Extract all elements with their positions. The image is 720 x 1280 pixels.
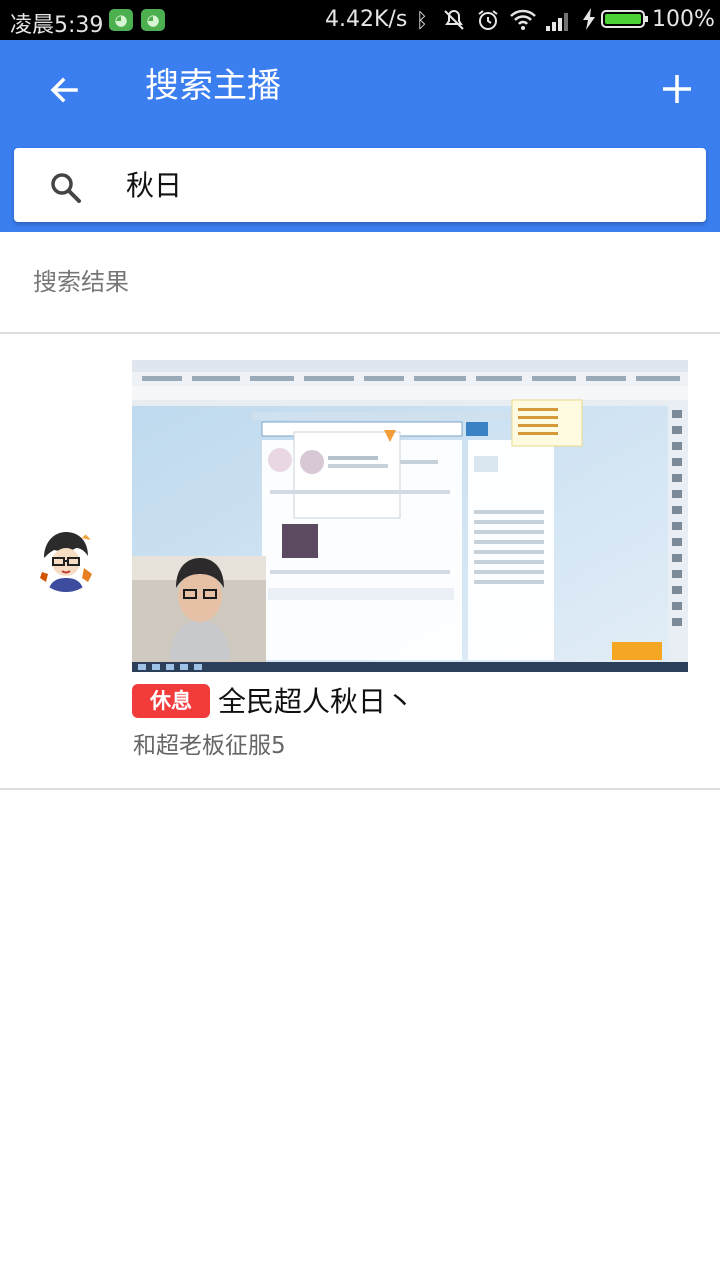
add-button[interactable]	[648, 60, 706, 118]
signal-icon	[546, 11, 572, 31]
status-bar: 凌晨5:39 ◕ ◕ 4.42K/s ᛒ 100%	[0, 0, 720, 40]
battery-icon	[601, 10, 648, 28]
plus-icon	[663, 75, 691, 103]
avatar	[34, 528, 98, 592]
battery-percent: 100%	[652, 7, 715, 32]
back-button[interactable]	[36, 62, 92, 118]
bluetooth-icon: ᛒ	[416, 8, 428, 32]
app-notification-icon: ◕	[109, 9, 133, 31]
divider	[0, 332, 720, 334]
room-title: 和超老板征服5	[133, 733, 286, 759]
app-notification-icon: ◕	[141, 9, 165, 31]
search-input[interactable]	[124, 158, 688, 210]
search-bar	[14, 148, 706, 222]
arrow-left-icon	[50, 77, 78, 103]
alarm-icon	[476, 8, 500, 37]
page-title: 搜索主播	[145, 66, 281, 106]
stream-thumbnail[interactable]	[132, 360, 688, 672]
streamer-name: 全民超人秋日丶	[218, 685, 415, 718]
status-badge: 休息	[132, 684, 210, 718]
mute-icon	[442, 8, 466, 37]
section-header: 搜索结果	[33, 268, 129, 296]
divider	[0, 788, 720, 790]
wifi-icon	[509, 8, 537, 37]
network-speed: 4.42K/s	[325, 7, 408, 32]
status-time: 凌晨5:39	[10, 13, 104, 38]
result-item[interactable]: 休息 全民超人秋日丶 和超老板征服5	[0, 336, 720, 788]
charging-icon	[582, 8, 596, 35]
search-icon	[51, 173, 81, 203]
app-bar: 搜索主播	[0, 40, 720, 232]
